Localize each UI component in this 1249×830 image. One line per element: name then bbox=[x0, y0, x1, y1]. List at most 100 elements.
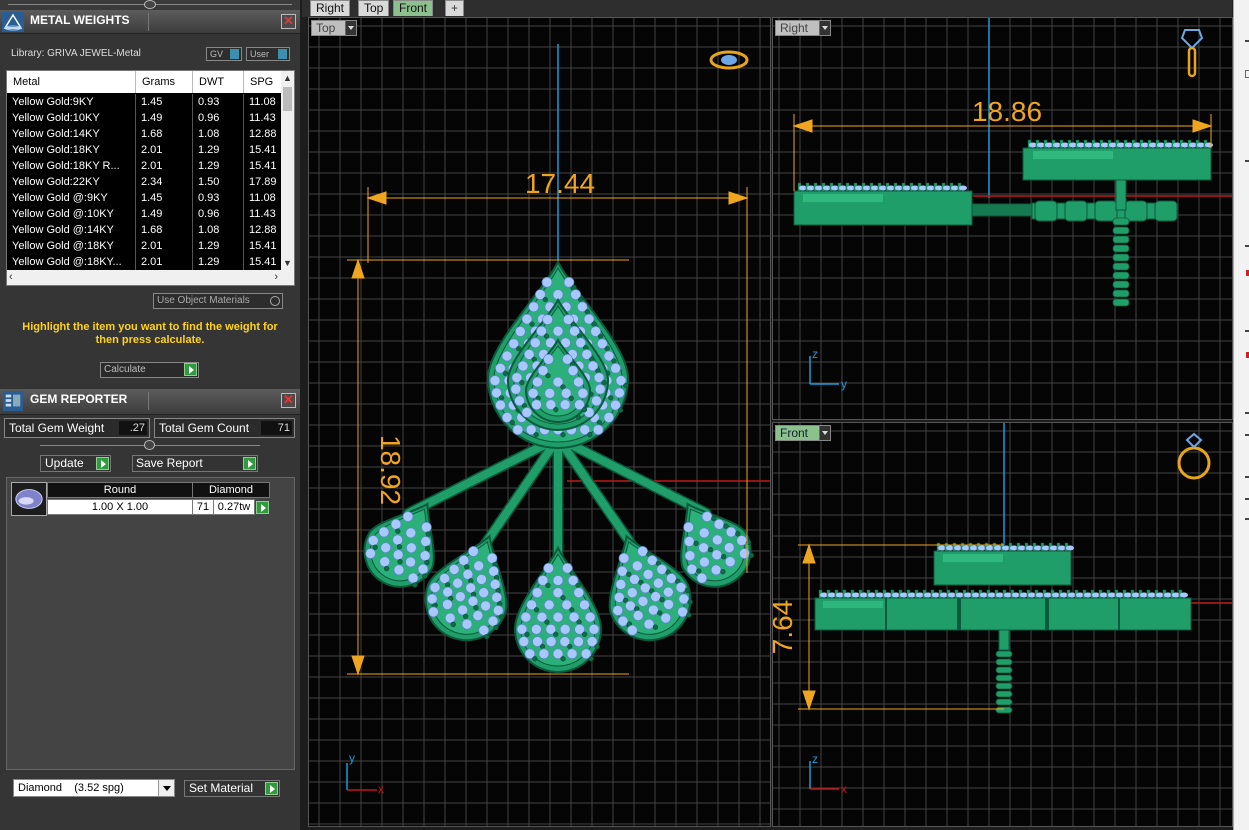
dwt-cell: 0.93 bbox=[198, 192, 220, 204]
dwt-cell: 1.29 bbox=[198, 160, 220, 172]
table-row[interactable]: Yellow Gold @:14KY 1.68 1.08 12.88 bbox=[7, 222, 282, 238]
gem-list: Round Diamond 1.00 X 1.00 71 0.27tw bbox=[6, 477, 295, 770]
table-row[interactable]: Yellow Gold @:10KY 1.49 0.96 11.43 bbox=[7, 206, 282, 222]
chevron-down-icon[interactable] bbox=[345, 21, 356, 35]
front-viewport[interactable]: 7.64 z x Front bbox=[772, 422, 1233, 827]
right-view-canvas[interactable]: 18.86 z y bbox=[773, 18, 1233, 420]
metal-name-cell: Yellow Gold:18KY bbox=[12, 144, 100, 156]
tab-front[interactable]: Front bbox=[393, 0, 434, 16]
column-header-metal[interactable]: Metal bbox=[13, 76, 40, 88]
axis-x-label: x bbox=[841, 782, 847, 796]
top-viewport[interactable]: 17.44 18.92 y x Top bbox=[308, 17, 771, 827]
column-header-spg[interactable]: SPG bbox=[250, 76, 273, 88]
spg-cell: 11.43 bbox=[249, 208, 276, 220]
axis-x-label: x bbox=[378, 782, 384, 796]
table-row[interactable]: Yellow Gold:22KY 2.34 1.50 17.89 bbox=[7, 174, 282, 190]
right-viewport[interactable]: 18.86 z y Right bbox=[772, 17, 1233, 420]
column-header-dwt[interactable]: DWT bbox=[199, 76, 224, 88]
viewport-label-top[interactable]: Top bbox=[311, 20, 357, 36]
horizontal-scrollbar[interactable]: ‹ › bbox=[7, 270, 294, 285]
metal-table-body: Yellow Gold:9KY 1.45 0.93 11.08 Yellow Gold:… bbox=[7, 94, 282, 270]
chevron-down-icon[interactable] bbox=[819, 426, 830, 440]
dwt-cell: 1.08 bbox=[198, 128, 220, 140]
axis-y-label: y bbox=[841, 377, 847, 391]
axis-y-label: y bbox=[349, 751, 355, 765]
tab-top[interactable]: Top bbox=[358, 0, 390, 16]
grams-cell: 1.68 bbox=[141, 128, 163, 140]
close-icon[interactable]: ✕ bbox=[281, 14, 296, 29]
grams-cell: 2.34 bbox=[141, 176, 163, 188]
table-row[interactable]: Yellow Gold @:9KY 1.45 0.93 11.08 bbox=[7, 190, 282, 206]
scroll-thumb[interactable] bbox=[283, 87, 292, 111]
gv-toggle[interactable]: GV bbox=[206, 47, 242, 61]
column-header-grams[interactable]: Grams bbox=[142, 76, 175, 88]
metal-name-cell: Yellow Gold @:18KY bbox=[12, 240, 114, 252]
grams-cell: 2.01 bbox=[141, 240, 163, 252]
grams-cell: 1.45 bbox=[141, 96, 163, 108]
earring-side-model[interactable] bbox=[793, 139, 1213, 307]
table-row[interactable]: Yellow Gold:18KY 2.01 1.29 15.41 bbox=[7, 142, 282, 158]
metal-name-cell: Yellow Gold:14KY bbox=[12, 128, 100, 140]
view-orientation-icon[interactable] bbox=[709, 50, 749, 70]
table-row[interactable]: Yellow Gold:10KY 1.49 0.96 11.43 bbox=[7, 110, 282, 126]
material-select[interactable]: Diamond (3.52 spg) bbox=[13, 779, 175, 797]
top-view-canvas[interactable]: 17.44 18.92 y x bbox=[309, 18, 771, 827]
chevron-down-icon[interactable] bbox=[819, 21, 830, 35]
play-icon[interactable] bbox=[184, 363, 197, 376]
radio-icon[interactable] bbox=[270, 296, 280, 306]
spg-cell: 15.41 bbox=[249, 256, 277, 268]
scroll-down-icon[interactable]: ▼ bbox=[281, 256, 294, 270]
gem-reporter-icon bbox=[3, 391, 23, 411]
spg-cell: 11.08 bbox=[249, 192, 276, 204]
grams-cell: 2.01 bbox=[141, 160, 163, 172]
gem-row[interactable]: Round Diamond 1.00 X 1.00 71 0.27tw bbox=[11, 482, 273, 516]
scroll-left-icon[interactable]: ‹ bbox=[9, 270, 13, 285]
right-toolbar-strip[interactable] bbox=[1233, 0, 1249, 830]
gem-weight: 0.27tw bbox=[213, 499, 255, 515]
play-icon[interactable] bbox=[243, 457, 256, 470]
tab-right[interactable]: Right bbox=[310, 0, 351, 16]
calculate-button[interactable]: Calculate bbox=[100, 362, 199, 378]
panel-splitter-top[interactable] bbox=[0, 0, 300, 10]
chevron-down-icon[interactable] bbox=[158, 780, 174, 796]
metal-weights-icon bbox=[2, 12, 24, 32]
save-report-button[interactable]: Save Report bbox=[132, 455, 258, 472]
use-object-materials-option[interactable]: Use Object Materials bbox=[153, 293, 283, 309]
play-icon[interactable] bbox=[256, 501, 269, 514]
front-view-canvas[interactable]: 7.64 z x bbox=[773, 423, 1233, 827]
table-row[interactable]: Yellow Gold:14KY 1.68 1.08 12.88 bbox=[7, 126, 282, 142]
metal-table-header: Metal Grams DWT SPG bbox=[7, 71, 282, 93]
play-icon[interactable] bbox=[96, 457, 109, 470]
set-material-button[interactable]: Set Material bbox=[184, 780, 280, 797]
viewport-label-right[interactable]: Right bbox=[775, 20, 831, 36]
left-panel: METAL WEIGHTS ✕ Library: GRIVA JEWEL-Met… bbox=[0, 0, 300, 830]
width-dimension-label: 17.44 bbox=[525, 168, 595, 199]
update-button[interactable]: Update bbox=[40, 455, 111, 472]
table-row[interactable]: Yellow Gold @:18KY... 2.01 1.29 15.41 bbox=[7, 254, 282, 270]
library-label: Library: GRIVA JEWEL-Metal bbox=[11, 48, 141, 59]
gem-count: 71 bbox=[192, 499, 214, 515]
table-row[interactable]: Yellow Gold:9KY 1.45 0.93 11.08 bbox=[7, 94, 282, 110]
panel-splitter[interactable] bbox=[0, 440, 300, 450]
viewport-label-front[interactable]: Front bbox=[775, 425, 831, 441]
dwt-cell: 1.29 bbox=[198, 256, 220, 268]
dwt-cell: 1.08 bbox=[198, 224, 220, 236]
table-row[interactable]: Yellow Gold @:18KY 2.01 1.29 15.41 bbox=[7, 238, 282, 254]
user-toggle[interactable]: User bbox=[246, 47, 290, 61]
close-icon[interactable]: ✕ bbox=[281, 393, 296, 408]
scroll-up-icon[interactable]: ▲ bbox=[281, 71, 294, 85]
grams-cell: 2.01 bbox=[141, 144, 163, 156]
vertical-scrollbar[interactable]: ▲ ▼ bbox=[281, 71, 294, 270]
table-row[interactable]: Yellow Gold:18KY R... 2.01 1.29 15.41 bbox=[7, 158, 282, 174]
height-dimension-label: 18.92 bbox=[375, 435, 406, 505]
play-icon[interactable] bbox=[265, 782, 278, 795]
spg-cell: 15.41 bbox=[249, 160, 277, 172]
grams-cell: 2.01 bbox=[141, 256, 163, 268]
earring-front-model[interactable] bbox=[814, 542, 1192, 714]
axis-gizmo: y x bbox=[346, 751, 384, 796]
gem-reporter-header: GEM REPORTER ✕ bbox=[0, 389, 300, 415]
ring-orientation-icon[interactable] bbox=[1177, 432, 1211, 480]
axis-gizmo: z x bbox=[809, 752, 847, 796]
scroll-right-icon[interactable]: › bbox=[274, 270, 278, 285]
add-tab-icon[interactable]: + bbox=[445, 0, 465, 16]
